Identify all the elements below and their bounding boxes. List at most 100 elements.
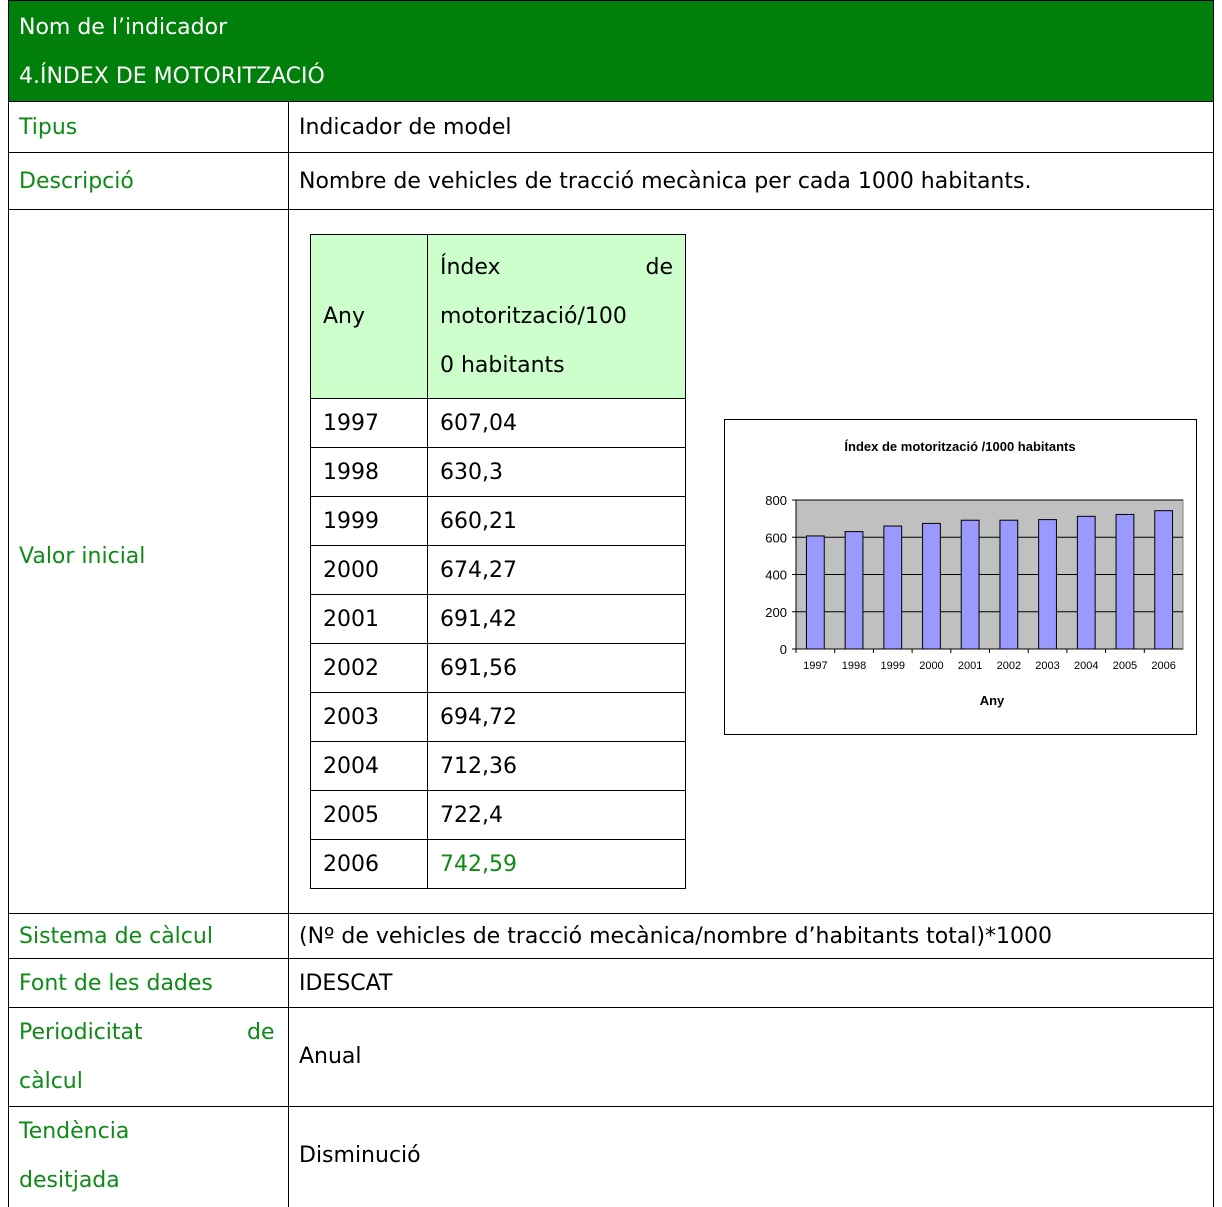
bar	[960, 519, 980, 650]
cell-valor: 674,27	[427, 545, 686, 595]
cell-any: 2002	[310, 643, 428, 693]
row-label-periodicitat-1: Periodicitat	[19, 1020, 143, 1045]
table-header-any-text: Any	[323, 304, 366, 329]
cell-any: 2005	[310, 790, 428, 840]
cell-valor: 630,3	[427, 447, 686, 497]
x-tick-label: 1999	[881, 660, 905, 672]
cell-any: 2006	[310, 839, 428, 889]
chart-title: Índex de motorització /1000 habitants	[844, 439, 1075, 454]
bar	[922, 522, 941, 650]
index-header-word1: Índex	[440, 255, 501, 280]
row-label-descripcio: Descripció	[19, 169, 134, 194]
column-divider	[288, 1107, 289, 1207]
cell-valor: 694,72	[427, 692, 686, 742]
cell-any: 1998	[310, 447, 428, 497]
y-tick-label: 800	[765, 493, 787, 508]
row-value-sistema: (Nº de vehicles de tracció mecànica/nomb…	[299, 924, 1053, 949]
row-descripcio: Descripció Nombre de vehicles de tracció…	[8, 153, 1214, 210]
bar	[844, 531, 864, 650]
table-header-index: Índex de motorització/100 0 habitants	[427, 234, 686, 399]
row-label-periodicitat-3: càlcul	[19, 1069, 83, 1094]
cell-any: 2001	[310, 594, 428, 644]
cell-any: 2003	[310, 692, 428, 742]
indicator-sheet: Nom de l’indicador 4.ÍNDEX DE MOTORITZAC…	[8, 0, 1222, 1207]
row-value-descripcio: Nombre de vehicles de tracció mecànica p…	[299, 169, 1032, 194]
row-font: Font de les dades IDESCAT	[8, 959, 1214, 1008]
x-tick-label: 2002	[997, 660, 1021, 672]
index-header-line1: Índex de	[440, 243, 673, 292]
row-value-tendencia: Disminució	[299, 1143, 421, 1168]
x-tick-label: 2005	[1113, 660, 1137, 672]
row-label-tendencia-2: desitjada	[19, 1168, 120, 1193]
cell-valor: 691,42	[427, 594, 686, 644]
index-header-line3: 0 habitants	[440, 353, 565, 378]
cell-any: 1997	[310, 398, 428, 448]
header-label: Nom de l’indicador	[19, 15, 228, 40]
index-header-line2: motorització/100	[440, 304, 627, 329]
bar	[999, 519, 1019, 650]
chart-svg: Índex de motorització /1000 habitants 0 2…	[765, 439, 1184, 708]
x-tick-label: 2003	[1035, 660, 1059, 672]
table-row: 1997 607,04	[310, 398, 686, 448]
x-tick-label: 2000	[919, 660, 943, 672]
row-label-font: Font de les dades	[19, 971, 213, 996]
cell-valor: 607,04	[427, 398, 686, 448]
x-tick-label: 2001	[958, 660, 982, 672]
y-tick-label: 0	[780, 642, 787, 657]
row-tipus: Tipus Indicador de model	[8, 102, 1214, 153]
x-axis-label: Any	[980, 693, 1005, 708]
row-value-font: IDESCAT	[299, 971, 393, 996]
y-tick-labels: 0 200 400 600 800	[765, 493, 787, 657]
motoritzacio-chart: Índex de motorització /1000 habitants 0 2…	[724, 419, 1197, 735]
y-tick-label: 200	[765, 605, 787, 620]
y-tick-label: 600	[765, 530, 787, 545]
x-tick-label: 2004	[1074, 660, 1098, 672]
table-row: 2004 712,36	[310, 741, 686, 791]
table-row: 2000 674,27	[310, 545, 686, 595]
table-row: 1999 660,21	[310, 496, 686, 546]
table-row: 2006 742,59	[310, 839, 686, 889]
column-divider	[288, 959, 289, 1007]
bar	[805, 535, 825, 650]
column-divider	[288, 914, 289, 958]
table-header-any: Any	[310, 234, 428, 399]
cell-valor: 742,59	[427, 839, 686, 889]
x-tick-label: 1997	[803, 660, 827, 672]
column-divider	[288, 210, 289, 913]
row-label-sistema: Sistema de càlcul	[19, 924, 213, 949]
cell-valor: 712,36	[427, 741, 686, 791]
row-label-valor-inicial: Valor inicial	[19, 544, 146, 569]
table-row: 2003 694,72	[310, 692, 686, 742]
table-row: 2001 691,42	[310, 594, 686, 644]
row-tendencia: Tendència desitjada Disminució	[8, 1107, 1214, 1207]
table-row: 2002 691,56	[310, 643, 686, 693]
y-tick-label: 400	[765, 568, 787, 583]
row-label-periodicitat-2: de	[247, 1020, 275, 1045]
row-label-tipus: Tipus	[19, 115, 78, 140]
cell-valor: 691,56	[427, 643, 686, 693]
column-divider	[288, 102, 289, 152]
bar	[1076, 515, 1096, 650]
indicator-name: 4.ÍNDEX DE MOTORITZACIÓ	[19, 64, 325, 89]
motoritzacio-table: Any Índex de motorització/100 0 habitant…	[310, 234, 686, 889]
row-value-tipus: Indicador de model	[299, 115, 512, 140]
cell-valor: 660,21	[427, 496, 686, 546]
cell-any: 2000	[310, 545, 428, 595]
row-sistema: Sistema de càlcul (Nº de vehicles de tra…	[8, 914, 1214, 959]
indicator-header: Nom de l’indicador 4.ÍNDEX DE MOTORITZAC…	[8, 0, 1214, 102]
bar	[1038, 519, 1057, 650]
column-divider	[288, 153, 289, 209]
x-tick-label: 2006	[1151, 660, 1175, 672]
row-label-tendencia-1: Tendència	[19, 1119, 130, 1144]
table-row: 1998 630,3	[310, 447, 686, 497]
bar	[883, 525, 903, 650]
index-header-word2: de	[645, 255, 674, 280]
table-row: 2005 722,4	[310, 790, 686, 840]
x-tick-label: 1998	[842, 660, 866, 672]
bar	[1115, 513, 1135, 650]
bar	[1154, 510, 1174, 650]
column-divider	[288, 1008, 289, 1106]
cell-valor: 722,4	[427, 790, 686, 840]
row-periodicitat: Periodicitat de càlcul Anual	[8, 1008, 1214, 1107]
x-tick-labels: 1997 1998 1999 2000 2001 2002 2003 2004 2005 2006	[803, 660, 1176, 672]
